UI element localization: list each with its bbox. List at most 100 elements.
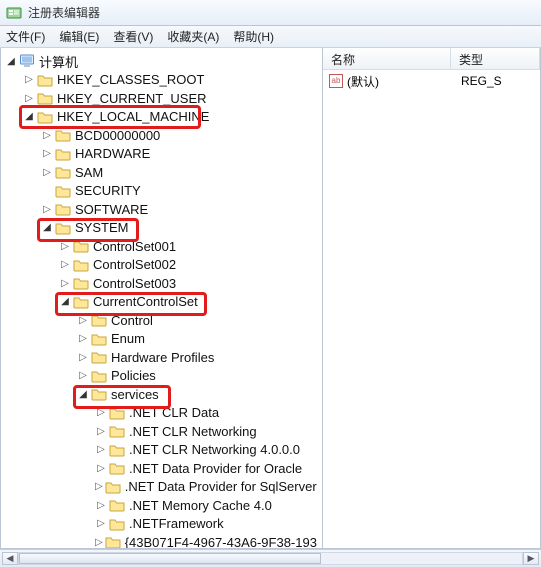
- tree-node-system[interactable]: ◢ SYSTEM: [41, 219, 322, 238]
- tree-node-bcd[interactable]: ▷BCD00000000: [41, 126, 322, 145]
- expand-toggle-icon[interactable]: ▷: [77, 333, 89, 345]
- folder-icon: [55, 221, 71, 235]
- scroll-left-button[interactable]: ◀: [2, 552, 18, 565]
- expand-toggle-icon[interactable]: ◢: [5, 55, 17, 67]
- menu-view[interactable]: 查看(V): [113, 28, 153, 45]
- node-label: SAM: [73, 164, 105, 181]
- node-label: ControlSet003: [91, 275, 178, 292]
- tree-node-security[interactable]: ▷SECURITY: [41, 182, 322, 201]
- expand-toggle-icon[interactable]: ▷: [41, 166, 53, 178]
- expand-toggle-icon[interactable]: ▷: [23, 92, 35, 104]
- tree-node-netclrnet[interactable]: ▷.NET CLR Networking: [95, 422, 322, 441]
- tree-node-netoracle[interactable]: ▷.NET Data Provider for Oracle: [95, 459, 322, 478]
- expand-toggle-icon[interactable]: ◢: [23, 111, 35, 123]
- tree-node-guid1[interactable]: ▷ {43B071F4-4967-43A6-9F38-193: [95, 533, 322, 548]
- node-label: .NET CLR Data: [127, 404, 221, 421]
- expand-toggle-icon[interactable]: ▷: [95, 536, 103, 548]
- folder-icon: [73, 239, 89, 253]
- expand-toggle-icon[interactable]: ▷: [77, 351, 89, 363]
- horizontal-scrollbar[interactable]: ◀ ▶: [0, 549, 541, 567]
- folder-icon: [55, 202, 71, 216]
- expand-toggle-icon[interactable]: ◢: [41, 222, 53, 234]
- node-label: HKEY_CLASSES_ROOT: [55, 71, 206, 88]
- value-type: REG_S: [461, 74, 534, 88]
- titlebar: 注册表编辑器: [0, 0, 541, 26]
- folder-icon: [109, 461, 125, 475]
- tree-node-hkcr[interactable]: ▷ HKEY_CLASSES_ROOT: [23, 71, 322, 90]
- node-label: SYSTEM: [73, 219, 130, 236]
- expand-toggle-icon[interactable]: ▷: [95, 425, 107, 437]
- node-label: .NET CLR Networking 4.0.0.0: [127, 441, 302, 458]
- expand-toggle-icon[interactable]: ▷: [95, 518, 107, 530]
- string-value-icon: ab: [329, 74, 343, 88]
- expand-toggle-icon[interactable]: ◢: [77, 388, 89, 400]
- tree-node-netmem[interactable]: ▷ .NET Memory Cache 4.0: [95, 496, 322, 515]
- expand-toggle-icon[interactable]: ▷: [95, 444, 107, 456]
- tree-node-hwprof[interactable]: ▷Hardware Profiles: [77, 348, 322, 367]
- tree-node-hklm[interactable]: ◢ HKEY_LOCAL_MACHINE: [23, 108, 322, 127]
- column-name[interactable]: 名称: [323, 48, 451, 69]
- menu-help[interactable]: 帮助(H): [233, 28, 274, 45]
- folder-icon: [37, 73, 53, 87]
- tree-node-netclrnet4[interactable]: ▷ .NET CLR Networking 4.0.0.0: [95, 441, 322, 460]
- tree-node-software[interactable]: ▷ SOFTWARE: [41, 200, 322, 219]
- tree-node-ccs[interactable]: ◢CurrentControlSet: [59, 293, 322, 312]
- menubar: 文件(F) 编辑(E) 查看(V) 收藏夹(A) 帮助(H): [0, 26, 541, 48]
- tree-node-control[interactable]: ▷Control: [77, 311, 322, 330]
- column-type[interactable]: 类型: [451, 48, 540, 69]
- expand-toggle-icon[interactable]: ▷: [77, 314, 89, 326]
- folder-icon: [73, 276, 89, 290]
- folder-icon: [55, 128, 71, 142]
- folder-icon: [91, 350, 107, 364]
- window-title: 注册表编辑器: [28, 4, 100, 21]
- tree-node-cs001[interactable]: ▷ControlSet001: [59, 237, 322, 256]
- folder-icon: [73, 258, 89, 272]
- expand-toggle-icon[interactable]: ▷: [95, 462, 107, 474]
- expand-toggle-icon[interactable]: ▷: [95, 499, 107, 511]
- folder-icon: [37, 91, 53, 105]
- node-label: .NET Data Provider for SqlServer: [123, 478, 319, 495]
- folder-icon: [109, 406, 125, 420]
- scroll-right-button[interactable]: ▶: [523, 552, 539, 565]
- menu-edit[interactable]: 编辑(E): [59, 28, 99, 45]
- tree-node-cs003[interactable]: ▷ ControlSet003: [59, 274, 322, 293]
- tree-pane[interactable]: ◢ 计算机 ▷ HKEY_CLASSES_ROOT ▷: [1, 48, 323, 548]
- tree-node-cs002[interactable]: ▷ ControlSet002: [59, 256, 322, 275]
- expand-toggle-icon[interactable]: ▷: [41, 148, 53, 160]
- node-label: Policies: [109, 367, 158, 384]
- expand-toggle-icon[interactable]: ▷: [59, 259, 71, 271]
- tree-node-sam[interactable]: ▷ SAM: [41, 163, 322, 182]
- expand-toggle-icon[interactable]: ▷: [95, 407, 107, 419]
- node-label: .NET Memory Cache 4.0: [127, 497, 274, 514]
- menu-favorites[interactable]: 收藏夹(A): [167, 28, 219, 45]
- tree-node-policies[interactable]: ▷ Policies: [77, 367, 322, 386]
- expand-toggle-icon[interactable]: ▷: [59, 277, 71, 289]
- tree-node-services[interactable]: ◢services: [77, 385, 322, 404]
- scroll-track[interactable]: [18, 552, 523, 565]
- folder-icon: [91, 369, 107, 383]
- tree-node-computer[interactable]: ◢ 计算机: [5, 52, 322, 71]
- expand-toggle-icon[interactable]: ◢: [59, 296, 71, 308]
- folder-icon: [109, 498, 125, 512]
- tree-node-hkcu[interactable]: ▷ HKEY_CURRENT_USER: [23, 89, 322, 108]
- tree-node-enum[interactable]: ▷Enum: [77, 330, 322, 349]
- node-label: {43B071F4-4967-43A6-9F38-193: [123, 534, 319, 548]
- node-label: SOFTWARE: [73, 201, 150, 218]
- node-label: ControlSet002: [91, 256, 178, 273]
- expand-toggle-icon[interactable]: ▷: [95, 481, 103, 493]
- tree-node-netsql[interactable]: ▷ .NET Data Provider for SqlServer: [95, 478, 322, 497]
- tree-node-netfw[interactable]: ▷.NETFramework: [95, 515, 322, 534]
- tree-node-netclrdata[interactable]: ▷ .NET CLR Data: [95, 404, 322, 423]
- node-label: HKEY_CURRENT_USER: [55, 90, 209, 107]
- expand-toggle-icon[interactable]: ▷: [41, 129, 53, 141]
- expand-toggle-icon[interactable]: ▷: [41, 203, 53, 215]
- scroll-thumb[interactable]: [19, 553, 321, 564]
- value-row[interactable]: ab (默认) REG_S: [323, 72, 540, 90]
- folder-icon: [91, 313, 107, 327]
- tree-node-hardware[interactable]: ▷HARDWARE: [41, 145, 322, 164]
- folder-icon: [55, 147, 71, 161]
- expand-toggle-icon[interactable]: ▷: [59, 240, 71, 252]
- expand-toggle-icon[interactable]: ▷: [77, 370, 89, 382]
- expand-toggle-icon[interactable]: ▷: [23, 74, 35, 86]
- menu-file[interactable]: 文件(F): [6, 28, 45, 45]
